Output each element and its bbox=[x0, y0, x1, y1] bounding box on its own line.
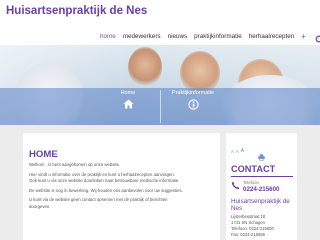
phone-block: Telefoon 0224-215600 bbox=[231, 180, 293, 193]
info-text-line-2: Ook kunt u via onze website doorlinken n… bbox=[29, 178, 180, 184]
phone-text: Telefoon 0224-215600 bbox=[243, 180, 279, 193]
page-title: HOME bbox=[29, 149, 58, 160]
site-title[interactable]: Huisartsenpraktijk de Nes bbox=[6, 5, 147, 17]
info-icon bbox=[187, 99, 199, 110]
band-divider bbox=[160, 90, 161, 123]
contact-sidebar: A A A CONTACT Telefoon 0224-215600 Huisa… bbox=[226, 133, 297, 240]
info-text-line-1: Hier vindt u informatie over de praktijk… bbox=[29, 171, 175, 177]
quick-nav-praktijkinformatie[interactable]: Praktijkinformatie bbox=[164, 88, 222, 125]
phone-icon bbox=[231, 181, 240, 190]
nav-item-herhaalrecepten[interactable]: herhaalrecepten bbox=[249, 33, 295, 40]
address-fax: Fax: 0224-215656 bbox=[231, 231, 265, 237]
contact-heading: CONTACT bbox=[231, 164, 276, 174]
nav-item-home[interactable]: home bbox=[100, 33, 116, 40]
font-size-medium-button[interactable]: A bbox=[236, 149, 239, 154]
main-nav: home medewerkers nieuws praktijkinformat… bbox=[100, 31, 320, 42]
hero-figure-left bbox=[128, 47, 162, 87]
nav-item-praktijkinformatie[interactable]: praktijkinformatie bbox=[194, 33, 242, 40]
phone-label: Telefoon bbox=[243, 180, 259, 185]
font-size-large-button[interactable]: A bbox=[241, 148, 244, 154]
nav-item-nieuws[interactable]: nieuws bbox=[168, 33, 188, 40]
quick-nav-praktijkinformatie-label: Praktijkinformatie bbox=[171, 90, 215, 96]
phone-number[interactable]: 0224-215600 bbox=[243, 186, 279, 193]
address-block: Lijsterbesstraat 18 1741 SN Schagen Tele… bbox=[231, 214, 293, 237]
quick-nav-home-label: Home bbox=[120, 90, 136, 96]
nav-more-button[interactable]: + bbox=[301, 32, 306, 41]
main-content: HOME Welkom , U bent aangekomen op onze … bbox=[23, 133, 220, 240]
quick-nav-home[interactable]: Home bbox=[100, 88, 156, 125]
disclaimer-line-2: doorgeven. bbox=[29, 203, 51, 209]
font-tools: A A A bbox=[231, 147, 293, 161]
print-icon[interactable] bbox=[258, 148, 265, 161]
search-icon[interactable] bbox=[315, 32, 320, 42]
contact-divider bbox=[231, 176, 293, 177]
disclaimer-line-1: U kunt via de website geen contact opnem… bbox=[29, 197, 168, 203]
notice-text: De website is nog in bewerking. Wij houd… bbox=[29, 187, 183, 193]
site-header: Huisartsenpraktijk de Nes home medewerke… bbox=[0, 0, 320, 45]
nav-item-medewerkers[interactable]: medewerkers bbox=[123, 33, 161, 40]
practice-name: Huisartsenpraktijk de Nes bbox=[231, 198, 290, 213]
font-size-small-button[interactable]: A bbox=[231, 149, 234, 154]
quick-nav-band: Home Praktijkinformatie bbox=[0, 88, 320, 125]
welcome-text: Welkom , U bent aangekomen op onze websi… bbox=[29, 162, 121, 167]
home-icon bbox=[123, 99, 133, 109]
